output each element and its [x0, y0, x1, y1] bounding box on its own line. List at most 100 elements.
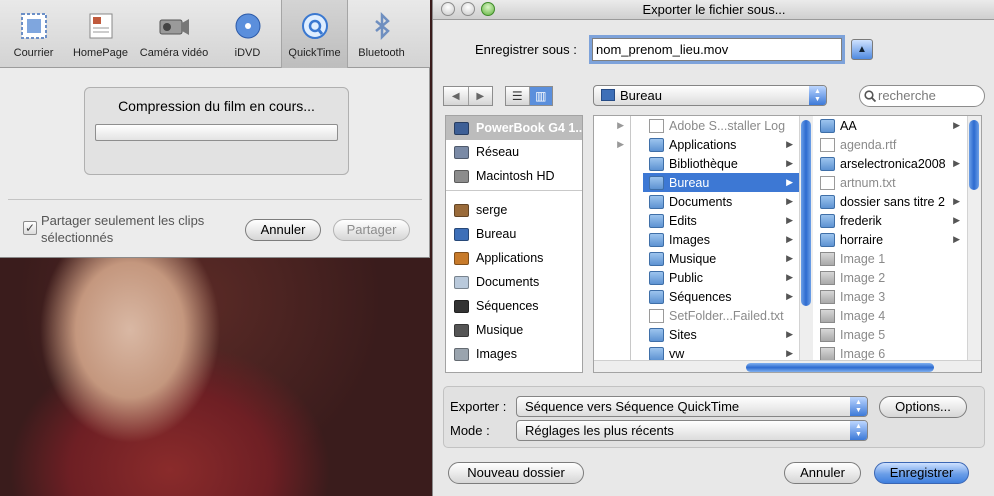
mode-label: Mode : [450, 423, 490, 438]
document-icon [649, 308, 664, 323]
search-input[interactable]: recherche [859, 85, 985, 107]
item-label: vw [669, 346, 685, 361]
list-item[interactable]: Image 2 [814, 268, 966, 287]
column-view-icon[interactable]: ▥ [528, 87, 552, 105]
list-item[interactable]: agenda.rtf [814, 135, 966, 154]
back-arrow-icon[interactable]: ◀ [444, 87, 468, 105]
horizontal-scroll-track[interactable] [594, 360, 981, 372]
sidebar-item[interactable]: serge [446, 198, 582, 222]
item-label: Bibliothèque [669, 156, 738, 171]
list-item[interactable]: AA ▶ [814, 116, 966, 135]
item-label: arselectronica2008 [840, 156, 946, 171]
list-item[interactable]: dossier sans titre 2 ▶ [814, 192, 966, 211]
list-item[interactable]: Images ▶ [643, 230, 799, 249]
forward-arrow-icon[interactable]: ▶ [467, 87, 493, 105]
list-item[interactable]: Sites ▶ [643, 325, 799, 344]
pictures-icon [452, 346, 470, 362]
list-item[interactable]: Musique ▶ [643, 249, 799, 268]
search-icon [864, 90, 876, 102]
list-item[interactable]: vw ▶ [643, 344, 799, 360]
sidebar-item[interactable]: Musique [446, 318, 582, 342]
share-button[interactable]: Partager [333, 219, 410, 241]
disclosure-arrow-icon: ▶ [786, 329, 793, 339]
list-item[interactable]: frederik ▶ [814, 211, 966, 230]
sidebar-item[interactable]: PowerBook G4 1... [446, 116, 582, 140]
share-window: Courrier HomePage Caméra vidéo iDVD QuickTim… [0, 0, 430, 258]
mode-popup[interactable]: Réglages les plus récents ▲ ▼ [516, 420, 868, 441]
list-item[interactable]: Image 5 [814, 325, 966, 344]
list-item[interactable]: Documents ▶ [643, 192, 799, 211]
folder-icon [820, 232, 835, 247]
column-2-scroll-track[interactable] [799, 116, 813, 360]
save-button[interactable]: Enregistrer [874, 462, 969, 484]
export-format-popup[interactable]: Séquence vers Séquence QuickTime ▲ ▼ [516, 396, 868, 417]
folder-icon [820, 213, 835, 228]
mode-value: Réglages les plus récents [525, 423, 674, 438]
column-2-scrollbar[interactable] [801, 120, 811, 306]
horizontal-scrollbar[interactable] [746, 363, 934, 372]
desktop-icon [601, 89, 615, 101]
popup-arrows-icon: ▲ ▼ [850, 421, 867, 440]
sidebar-item[interactable]: Images [446, 342, 582, 366]
folder-icon [649, 232, 664, 247]
list-item[interactable]: arselectronica2008 ▶ [814, 154, 966, 173]
sidebar-item[interactable]: Documents [446, 270, 582, 294]
list-item[interactable]: horraire ▶ [814, 230, 966, 249]
item-label: dossier sans titre 2 [840, 194, 945, 209]
list-item[interactable]: Séquences ▶ [643, 287, 799, 306]
camcorder-icon [157, 10, 191, 42]
list-item[interactable]: Applications ▶ [643, 135, 799, 154]
toolbar-item-quicktime[interactable]: QuickTime [281, 0, 348, 68]
list-item[interactable]: Image 1 [814, 249, 966, 268]
sidebar-item[interactable]: Séquences [446, 294, 582, 318]
disclosure-arrow-icon: ▶ [786, 196, 793, 206]
list-item[interactable]: Bibliothèque ▶ [643, 154, 799, 173]
toolbar-item-bluetooth[interactable]: Bluetooth [348, 0, 415, 68]
network-globe-icon [452, 144, 470, 160]
sidebar-item[interactable]: Bureau [446, 222, 582, 246]
selected-clips-checkbox[interactable]: ✓ [23, 221, 37, 235]
toolbar-item-cam-ra-vid-o[interactable]: Caméra vidéo [134, 0, 214, 68]
toolbar-item-idvd[interactable]: iDVD [214, 0, 281, 68]
disclosure-arrow-icon: ▶ [786, 291, 793, 301]
list-item[interactable]: Image 3 [814, 287, 966, 306]
filename-input[interactable]: nom_prenom_lieu.mov [592, 38, 842, 61]
new-folder-button[interactable]: Nouveau dossier [448, 462, 584, 484]
view-mode-control: ☰ ▥ [505, 86, 553, 106]
sidebar-item[interactable]: Applications [446, 246, 582, 270]
sidebar-item-label: Images [476, 347, 517, 361]
export-dialog: Exporter le fichier sous... Enregistrer … [432, 0, 994, 496]
list-item[interactable]: Image 6 [814, 344, 966, 360]
expand-dialog-button[interactable]: ▲ [851, 39, 873, 60]
list-item[interactable]: Adobe S...staller Log [643, 116, 799, 135]
sidebar-item[interactable]: Réseau [446, 140, 582, 164]
column-3-scroll-track[interactable] [967, 116, 981, 360]
list-item[interactable]: SetFolder...Failed.txt [643, 306, 799, 325]
share-cancel-button[interactable]: Annuler [245, 219, 321, 241]
cancel-button[interactable]: Annuler [784, 462, 861, 484]
list-view-icon[interactable]: ☰ [506, 87, 529, 105]
applications-icon [452, 250, 470, 266]
column-3-scrollbar[interactable] [969, 120, 979, 190]
options-button[interactable]: Options... [879, 396, 967, 418]
list-item[interactable]: Public ▶ [643, 268, 799, 287]
share-toolbar: Courrier HomePage Caméra vidéo iDVD QuickTim… [0, 0, 430, 68]
folder-icon [649, 194, 664, 209]
music-icon [452, 322, 470, 338]
location-popup[interactable]: Bureau ▲ ▼ [593, 85, 827, 106]
progress-label: Compression du film en cours... [118, 98, 315, 114]
sidebar-item-label: Bureau [476, 227, 517, 241]
item-label: Images [669, 232, 710, 247]
toolbar-item-homepage[interactable]: HomePage [67, 0, 134, 68]
list-item[interactable]: ▶ [594, 116, 630, 135]
list-item[interactable]: Edits ▶ [643, 211, 799, 230]
item-label: Image 5 [840, 327, 886, 342]
list-item[interactable]: artnum.txt [814, 173, 966, 192]
list-item[interactable]: Image 4 [814, 306, 966, 325]
list-item[interactable]: Bureau ▶ [643, 173, 799, 192]
item-label: Image 1 [840, 251, 886, 266]
list-item[interactable]: ▶ [594, 135, 630, 154]
toolbar-item-courrier[interactable]: Courrier [0, 0, 67, 68]
sidebar-item[interactable]: Macintosh HD [446, 164, 582, 188]
sidebar: PowerBook G4 1... Réseau Macintosh HD serge… [445, 115, 583, 373]
